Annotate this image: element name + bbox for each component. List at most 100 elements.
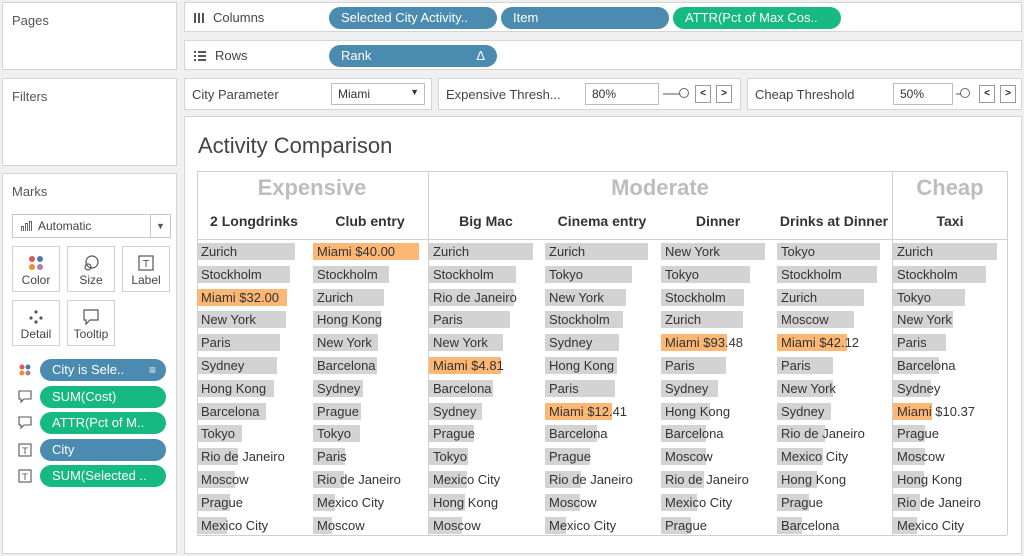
row-pill-rank[interactable]: Rank Δ <box>329 45 497 67</box>
activity-cell[interactable]: Miami $42.12 <box>777 334 891 352</box>
activity-cell[interactable]: Rio de Janeiro <box>777 425 891 443</box>
activity-cell[interactable]: Moscow <box>429 516 543 534</box>
activity-cell[interactable]: New York <box>429 334 543 352</box>
activity-cell[interactable]: Paris <box>893 334 1007 352</box>
activity-cell[interactable]: Sydney <box>545 334 659 352</box>
activity-cell[interactable]: Mexico City <box>197 516 311 534</box>
activity-cell[interactable]: Barcelona <box>545 425 659 443</box>
activity-cell[interactable]: Barcelona <box>429 379 543 397</box>
mark-field-pill[interactable]: ATTR(Pct of M.. <box>40 412 166 434</box>
activity-cell[interactable]: Zurich <box>893 243 1007 260</box>
activity-cell[interactable]: Rio de Janeiro <box>197 448 311 466</box>
activity-cell[interactable]: Paris <box>661 357 775 374</box>
activity-cell[interactable]: New York <box>777 379 891 397</box>
activity-cell[interactable]: Zurich <box>429 243 543 260</box>
activity-cell[interactable]: Prague <box>313 402 427 420</box>
mark-field-pill[interactable]: City <box>40 438 166 461</box>
activity-cell[interactable]: Stockholm <box>197 265 311 283</box>
activity-cell[interactable]: Sydney <box>197 357 311 374</box>
activity-cell[interactable]: Stockholm <box>313 265 427 283</box>
activity-cell[interactable]: Mexico City <box>429 471 543 488</box>
activity-cell[interactable]: Stockholm <box>777 265 891 283</box>
expensive-next-button[interactable]: > <box>716 85 732 103</box>
activity-cell[interactable]: Hong Kong <box>661 402 775 420</box>
mark-field-pill[interactable]: SUM(Cost) <box>40 385 166 408</box>
activity-cell[interactable]: Mexico City <box>777 448 891 466</box>
activity-cell[interactable]: Barcelona <box>313 357 427 374</box>
activity-cell[interactable]: Barcelona <box>197 402 311 420</box>
activity-cell[interactable]: Hong Kong <box>197 379 311 397</box>
activity-cell[interactable]: Prague <box>661 516 775 534</box>
label-button[interactable]: T Label <box>122 246 170 292</box>
activity-cell[interactable]: Paris <box>197 334 311 352</box>
activity-cell[interactable]: Paris <box>313 448 427 466</box>
cheap-prev-button[interactable]: < <box>979 85 995 103</box>
activity-cell[interactable]: Paris <box>777 357 891 374</box>
activity-cell[interactable]: Tokyo <box>777 243 891 260</box>
activity-cell[interactable]: Hong Kong <box>893 471 1007 488</box>
activity-cell[interactable]: Sydney <box>893 379 1007 397</box>
expensive-slider-knob[interactable] <box>679 88 689 98</box>
activity-cell[interactable]: Mexico City <box>545 516 659 534</box>
activity-cell[interactable]: New York <box>661 243 775 260</box>
activity-cell[interactable]: Mexico City <box>661 493 775 511</box>
mark-type-dropdown[interactable]: Automatic ▼ <box>12 214 171 238</box>
activity-cell[interactable]: Stockholm <box>545 311 659 329</box>
activity-cell[interactable]: Tokyo <box>313 425 427 443</box>
activity-cell[interactable]: Prague <box>545 448 659 466</box>
activity-cell[interactable]: Moscow <box>777 311 891 329</box>
columns-shelf[interactable]: Columns Selected City Activity.. Item AT… <box>184 2 1022 32</box>
activity-cell[interactable]: Moscow <box>197 471 311 488</box>
activity-cell[interactable]: Tokyo <box>893 288 1007 306</box>
activity-cell[interactable]: Sydney <box>429 402 543 420</box>
expensive-threshold-input[interactable]: 80% <box>585 83 659 105</box>
activity-cell[interactable]: Miami $32.00 <box>197 288 311 306</box>
activity-cell[interactable]: New York <box>197 311 311 329</box>
column-pill-pct[interactable]: ATTR(Pct of Max Cos.. <box>673 7 841 29</box>
activity-cell[interactable]: Sydney <box>777 402 891 420</box>
activity-cell[interactable]: New York <box>545 288 659 306</box>
column-pill-activity[interactable]: Selected City Activity.. <box>329 7 497 29</box>
activity-cell[interactable]: Paris <box>545 379 659 397</box>
cheap-next-button[interactable]: > <box>1000 85 1016 103</box>
activity-cell[interactable]: Mexico City <box>893 516 1007 534</box>
size-button[interactable]: Size <box>67 246 115 292</box>
detail-button[interactable]: Detail <box>12 300 60 346</box>
activity-cell[interactable]: Tokyo <box>429 448 543 466</box>
activity-cell[interactable]: Zurich <box>197 243 311 260</box>
cheap-threshold-input[interactable]: 50% <box>893 83 953 105</box>
activity-cell[interactable]: Prague <box>777 493 891 511</box>
activity-cell[interactable]: Hong Kong <box>429 493 543 511</box>
activity-cell[interactable]: Moscow <box>313 516 427 534</box>
activity-cell[interactable]: Miami $10.37 <box>893 402 1007 420</box>
activity-cell[interactable]: Sydney <box>313 379 427 397</box>
activity-cell[interactable]: Stockholm <box>429 265 543 283</box>
activity-cell[interactable]: Barcelona <box>777 516 891 534</box>
activity-cell[interactable]: Rio de Janeiro <box>893 493 1007 511</box>
mark-field-pill[interactable]: City is Sele.. ≡ <box>40 359 166 381</box>
activity-cell[interactable]: Barcelona <box>893 357 1007 374</box>
activity-cell[interactable]: Hong Kong <box>545 357 659 374</box>
filters-card[interactable]: Filters <box>2 78 177 166</box>
activity-cell[interactable]: Miami $40.00 <box>313 243 427 260</box>
activity-cell[interactable]: Rio de Janeiro <box>545 471 659 488</box>
activity-cell[interactable]: Prague <box>197 493 311 511</box>
activity-cell[interactable]: New York <box>313 334 427 352</box>
activity-cell[interactable]: Miami $4.81 <box>429 357 543 374</box>
activity-cell[interactable]: Moscow <box>893 448 1007 466</box>
activity-cell[interactable]: Zurich <box>777 288 891 306</box>
tooltip-button[interactable]: Tooltip <box>67 300 115 346</box>
activity-cell[interactable]: Rio de Janeiro <box>429 288 543 306</box>
activity-cell[interactable]: Moscow <box>545 493 659 511</box>
mark-field-pill[interactable]: SUM(Selected .. <box>40 465 166 487</box>
activity-cell[interactable]: Tokyo <box>661 265 775 283</box>
activity-cell[interactable]: Tokyo <box>197 425 311 443</box>
activity-cell[interactable]: Paris <box>429 311 543 329</box>
activity-cell[interactable]: Stockholm <box>661 288 775 306</box>
rows-shelf[interactable]: Rows Rank Δ <box>184 40 1022 70</box>
activity-cell[interactable]: Sydney <box>661 379 775 397</box>
activity-cell[interactable]: Miami $93.48 <box>661 334 775 352</box>
activity-cell[interactable]: Stockholm <box>893 265 1007 283</box>
activity-cell[interactable]: Hong Kong <box>777 471 891 488</box>
column-pill-item[interactable]: Item <box>501 7 669 29</box>
